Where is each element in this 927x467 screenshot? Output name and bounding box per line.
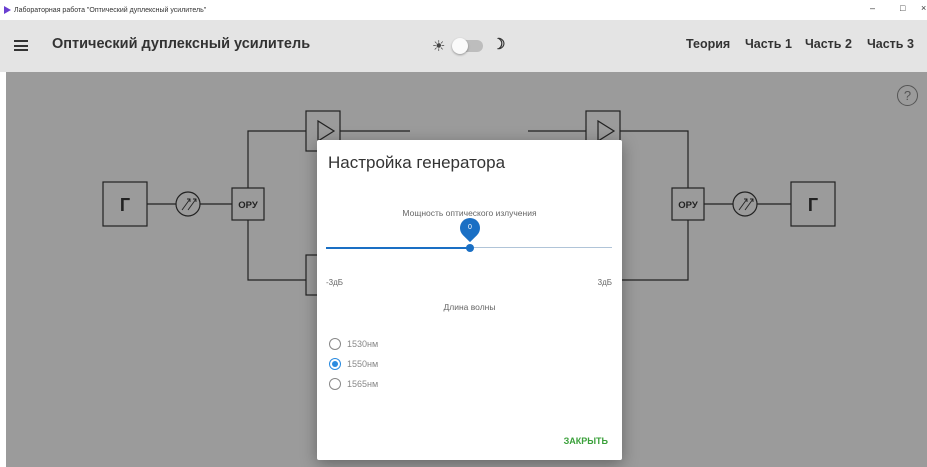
radio-button-selected[interactable] [329,358,341,370]
wavelength-option-1530[interactable]: 1530нм [329,338,378,350]
wavelength-option-1550[interactable]: 1550нм [329,358,378,370]
wavelength-option-label: 1530нм [347,339,379,349]
left-oru-label: ОРУ [238,200,258,211]
slider-max-label: 3дБ [597,278,612,287]
close-button[interactable]: ЗАКРЫТЬ [564,436,608,446]
right-oru-label: ОРУ [678,200,698,211]
dialog-title: Настройка генератора [328,153,506,172]
power-slider-thumb[interactable] [466,244,474,252]
right-power-meter-icon[interactable] [732,191,758,217]
wavelength-option-label: 1550нм [347,359,379,369]
radio-button[interactable] [329,338,341,350]
generator-settings-dialog: Настройка генератора Мощность оптическог… [317,140,622,460]
power-slider-fill [326,247,470,249]
radio-button[interactable] [329,378,341,390]
help-icon[interactable]: ? [897,85,918,106]
left-generator-label: Г [120,195,130,215]
slider-min-label: -3дБ [326,278,344,287]
slider-value-text: 0 [468,224,472,231]
wavelength-label: Длина волны [443,302,496,312]
right-generator-label: Г [808,195,818,215]
wavelength-option-1565[interactable]: 1565нм [329,378,378,390]
wavelength-option-label: 1565нм [347,379,379,389]
left-power-meter-icon[interactable] [175,191,201,217]
